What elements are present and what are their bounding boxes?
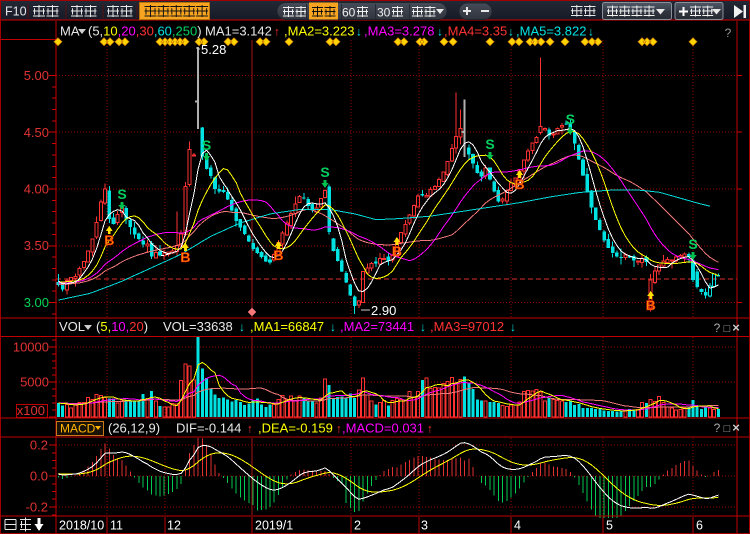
svg-text:MA1=3.142: MA1=3.142 [205,24,272,39]
svg-text:,MA4=3.35: ,MA4=3.35 [444,24,507,39]
svg-text:↑: ↑ [274,25,280,39]
svg-text:3: 3 [421,519,428,533]
svg-text:?: ? [725,26,732,40]
svg-text:2019/1: 2019/1 [255,519,293,533]
svg-text:3.00: 3.00 [24,295,49,310]
svg-text:S: S [485,136,494,152]
svg-text:4.00: 4.00 [24,182,49,197]
svg-text:↓: ↓ [420,320,426,334]
svg-text:↓: ↓ [508,25,514,39]
svg-text:,MA1=66847: ,MA1=66847 [250,319,324,334]
svg-text:×: × [732,320,740,335]
svg-text:?: ? [714,421,721,435]
svg-text:2018/10: 2018/10 [59,519,104,533]
svg-text:,MACD=0.031: ,MACD=0.031 [342,421,424,436]
svg-text:2.90: 2.90 [371,303,396,318]
svg-text:MACD: MACD [60,422,96,436]
svg-text:3.50: 3.50 [24,238,49,253]
svg-text:↓: ↓ [239,320,245,334]
svg-text:↓: ↓ [330,320,336,334]
svg-text:F10: F10 [5,5,27,19]
svg-text:6: 6 [696,519,703,533]
svg-text:5.00: 5.00 [24,68,49,83]
svg-text:0.2: 0.2 [30,438,48,453]
svg-text:S: S [117,186,126,202]
svg-text:B: B [104,232,114,248]
svg-text:2: 2 [354,519,361,533]
svg-text:?: ? [714,321,721,335]
svg-text:×: × [732,420,740,435]
svg-text:,MA2=3.223: ,MA2=3.223 [284,24,354,39]
svg-text:B: B [180,249,190,265]
svg-text:↑: ↑ [427,422,433,436]
svg-text:B: B [515,176,525,192]
svg-text:↓: ↓ [437,25,443,39]
svg-text:,MA3=97012: ,MA3=97012 [430,319,504,334]
svg-text:x100: x100 [17,403,45,418]
svg-text:↓: ↓ [356,25,362,39]
svg-text:-0.2: -0.2 [26,500,48,515]
svg-text:5: 5 [606,519,613,533]
svg-text:↑: ↑ [247,422,253,436]
svg-text:,MA2=73441: ,MA2=73441 [340,319,414,334]
svg-text:11: 11 [110,519,123,533]
svg-text:,MA5=3.822: ,MA5=3.822 [516,24,586,39]
svg-text:B: B [392,243,402,259]
svg-text:□: □ [724,323,731,335]
svg-text:,DEA=-0.159: ,DEA=-0.159 [258,421,333,436]
svg-text:(5,10,20,30,60,250): (5,10,20,30,60,250) [88,24,202,39]
svg-text:VOL: VOL [59,319,85,334]
svg-text:DIF=-0.144: DIF=-0.144 [176,421,241,436]
svg-text:(5,10,20): (5,10,20) [96,319,148,334]
svg-text:S: S [566,111,575,127]
svg-text:□: □ [724,423,731,435]
svg-text:10000: 10000 [13,340,49,355]
svg-text:S: S [688,236,697,252]
svg-text:S: S [320,164,329,180]
svg-text:(26,12,9): (26,12,9) [108,421,160,436]
svg-text:VOL=33638: VOL=33638 [163,319,233,334]
svg-text:4: 4 [514,519,521,533]
svg-text:,MA3=3.278: ,MA3=3.278 [364,24,434,39]
svg-text:↓: ↓ [588,25,594,39]
svg-text:5000: 5000 [20,375,49,390]
svg-text:60: 60 [342,6,356,20]
svg-text:B: B [273,247,283,263]
svg-text:12: 12 [167,519,181,533]
svg-text:B: B [646,297,656,313]
svg-text:S: S [202,137,211,153]
svg-text:0.0: 0.0 [30,469,48,484]
svg-text:30: 30 [377,6,391,20]
svg-text:5.28: 5.28 [201,42,226,57]
svg-text:4.50: 4.50 [24,125,49,140]
svg-text:↓: ↓ [510,320,516,334]
svg-text:MA: MA [60,24,80,39]
